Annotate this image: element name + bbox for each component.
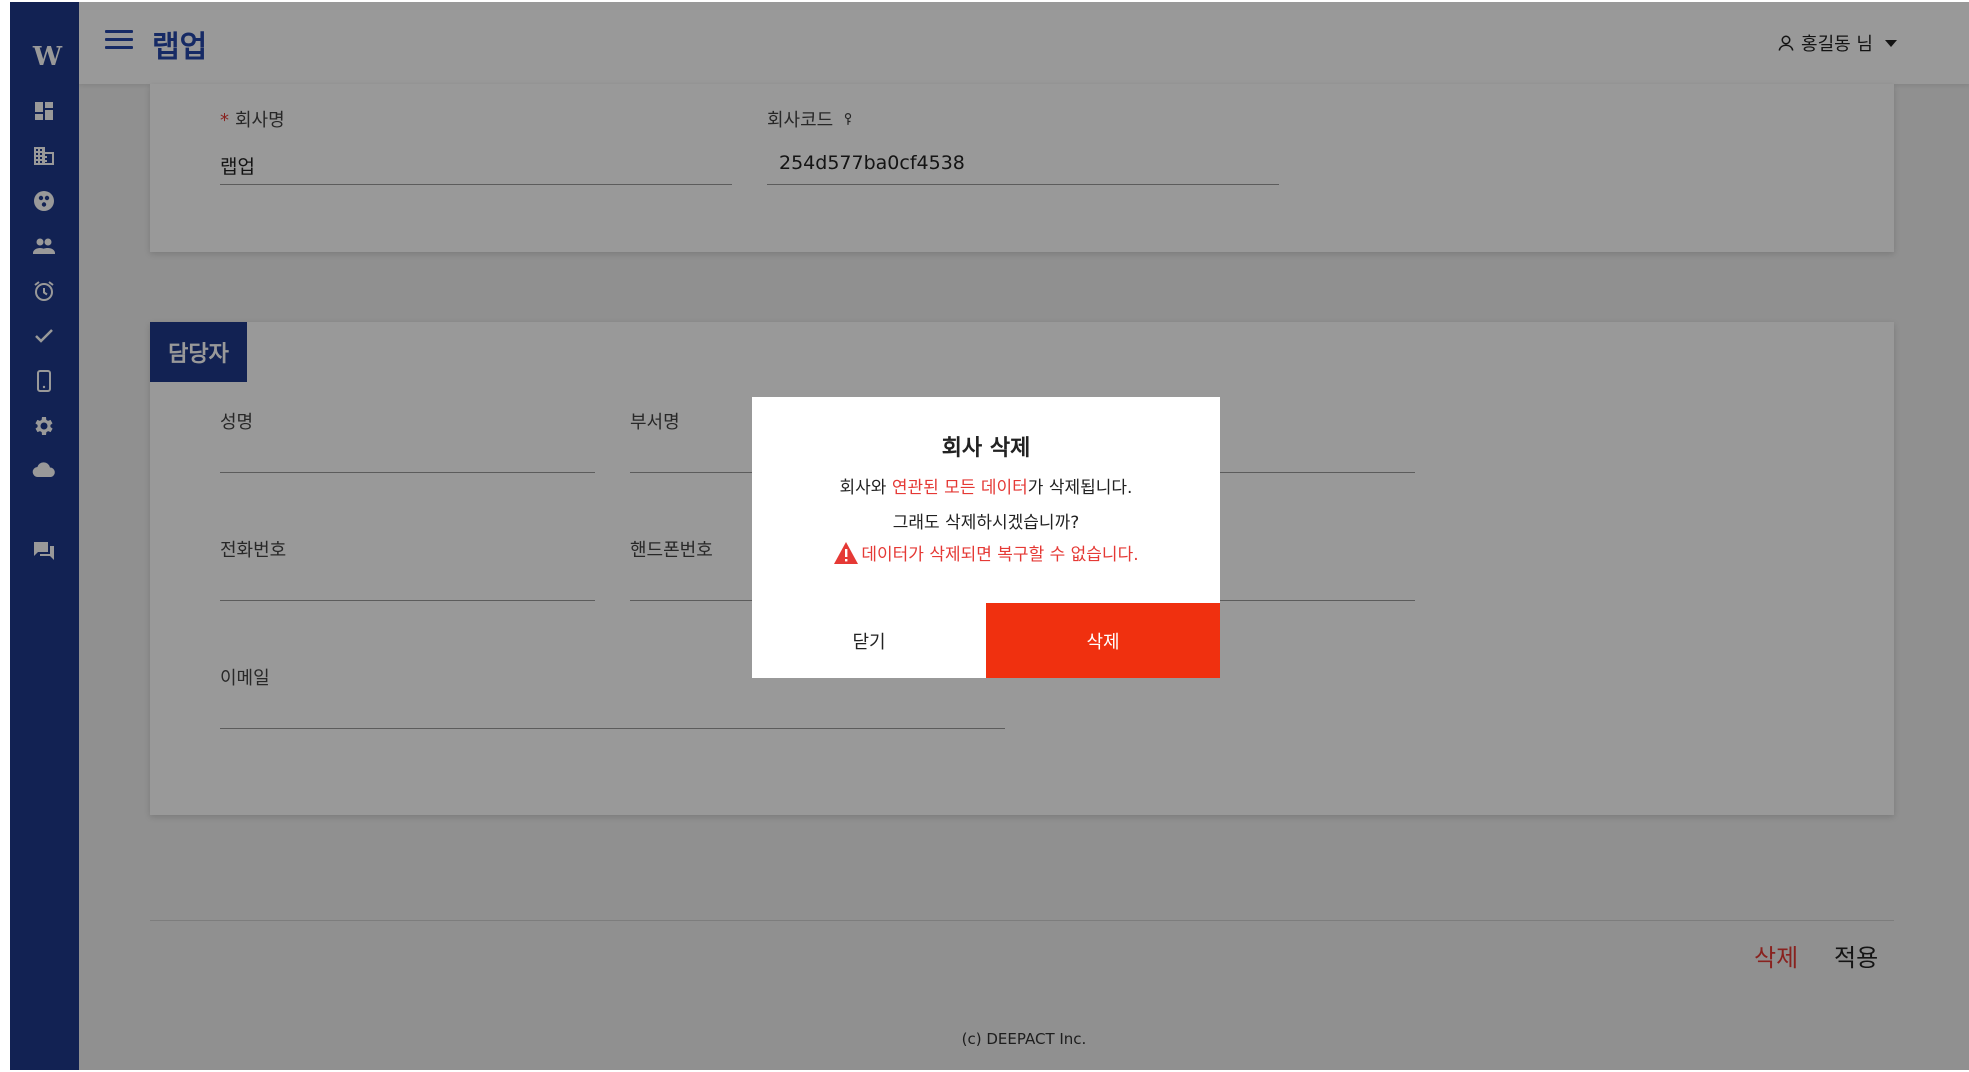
dialog-highlight: 연관된 모든 데이터	[891, 478, 1028, 498]
app-window: W 랩업 홍길동 님 * 회사명 랩업 회사코드 254d577ba0cf453…	[10, 2, 1969, 1070]
delete-company-dialog: 회사 삭제 회사와 연관된 모든 데이터가 삭제됩니다. 그래도 삭제하시겠습니…	[752, 397, 1220, 678]
dialog-title: 회사 삭제	[941, 436, 1031, 461]
dialog-question: 그래도 삭제하시겠습니까?	[892, 513, 1080, 533]
dialog-message: 회사와 연관된 모든 데이터가 삭제됩니다.	[839, 478, 1133, 498]
dialog-warning: 데이터가 삭제되면 복구할 수 없습니다.	[752, 540, 1220, 565]
dialog-warning-text: 데이터가 삭제되면 복구할 수 없습니다.	[861, 545, 1139, 565]
close-button[interactable]: 닫기	[752, 603, 986, 678]
warning-icon	[834, 541, 859, 564]
confirm-delete-button[interactable]: 삭제	[986, 603, 1220, 678]
